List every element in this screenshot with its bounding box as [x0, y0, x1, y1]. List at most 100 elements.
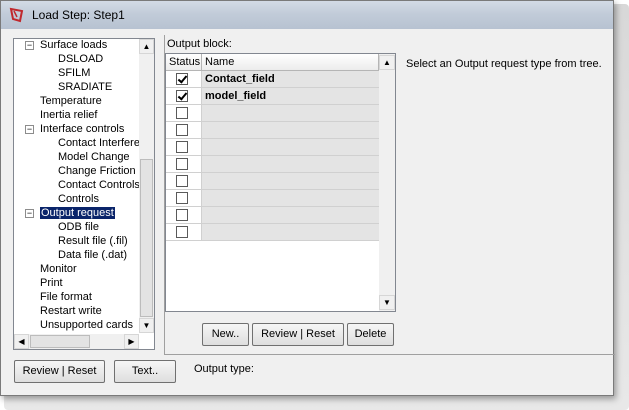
name-cell[interactable]: model_field	[202, 88, 379, 104]
status-checkbox[interactable]	[176, 73, 188, 85]
tree-item-label: Model Change	[58, 151, 130, 163]
window-title: Load Step: Step1	[32, 8, 125, 22]
status-checkbox[interactable]	[176, 141, 188, 153]
table-row[interactable]	[166, 105, 379, 122]
name-cell[interactable]	[202, 224, 379, 240]
new-button[interactable]: New..	[202, 323, 249, 346]
tree-item-label: Print	[40, 277, 63, 289]
hscroll-thumb[interactable]	[30, 335, 90, 348]
tree-item-label: Monitor	[40, 263, 77, 275]
hint-text: Select an Output request type from tree.	[406, 58, 602, 70]
tree-item[interactable]: Print	[40, 276, 63, 290]
triangle-up-icon: ▲	[383, 58, 391, 67]
triangle-right-icon: ▶	[128, 337, 135, 346]
tree-item-label: Data file (.dat)	[58, 249, 128, 261]
scroll-up-button[interactable]: ▲	[139, 39, 154, 54]
name-cell[interactable]	[202, 105, 379, 121]
name-cell[interactable]	[202, 156, 379, 172]
tree-item[interactable]: Interface controls	[40, 122, 124, 136]
tree-item[interactable]: DSLOAD	[58, 52, 103, 66]
tree-item[interactable]: Monitor	[40, 262, 77, 276]
status-cell	[166, 207, 202, 223]
output-type-label: Output type:	[194, 363, 254, 375]
table-row[interactable]	[166, 173, 379, 190]
tree-item-label: Surface loads	[40, 39, 108, 51]
table-row[interactable]	[166, 190, 379, 207]
status-checkbox[interactable]	[176, 158, 188, 170]
name-cell[interactable]	[202, 190, 379, 206]
tree-item[interactable]: SRADIATE	[58, 80, 112, 94]
tree-item[interactable]: Inertia relief	[40, 108, 97, 122]
tree-horizontal-scrollbar[interactable]: ◀ ▶	[14, 334, 139, 349]
scroll-right-button[interactable]: ▶	[124, 334, 139, 349]
output-block-label: Output block:	[167, 38, 232, 50]
grid-vertical-scrollbar[interactable]: ▲ ▼	[379, 54, 395, 311]
grid-scroll-down-button[interactable]: ▼	[379, 295, 395, 310]
table-row[interactable]	[166, 139, 379, 156]
table-row[interactable]	[166, 207, 379, 224]
tree-item-label: Change Friction	[58, 165, 136, 177]
text-button[interactable]: Text..	[114, 360, 176, 383]
tree-item[interactable]: Change Friction	[58, 164, 136, 178]
tree-item[interactable]: Contact Interfere	[58, 136, 140, 150]
tree-item[interactable]: File format	[40, 290, 92, 304]
collapse-icon[interactable]: −	[25, 209, 34, 218]
load-step-window: Load Step: Step1 − Surface loads DSLOAD SFI…	[0, 0, 615, 396]
tree-item[interactable]: Surface loads	[40, 38, 107, 52]
tree-item[interactable]: Controls	[58, 192, 99, 206]
output-block-grid[interactable]: Status Name Contact_field model_field ▲ ▼	[165, 53, 396, 312]
triangle-up-icon: ▲	[142, 42, 151, 51]
collapse-icon[interactable]: −	[25, 41, 34, 50]
triangle-down-icon: ▼	[383, 298, 391, 307]
status-checkbox[interactable]	[176, 124, 188, 136]
tree-item-label: DSLOAD	[58, 53, 104, 65]
column-header-status[interactable]: Status	[166, 54, 202, 71]
tree-item-label: Contact Controls	[58, 179, 140, 191]
name-cell[interactable]	[202, 173, 379, 189]
status-checkbox[interactable]	[176, 107, 188, 119]
title-bar[interactable]: Load Step: Step1	[1, 1, 613, 29]
tree-item[interactable]: Contact Controls	[58, 178, 140, 192]
tree-vertical-scrollbar[interactable]: ▲ ▼	[139, 39, 154, 333]
tree-item[interactable]: Unsupported cards	[40, 318, 133, 332]
grid-scroll-up-button[interactable]: ▲	[379, 55, 395, 70]
table-row[interactable]	[166, 122, 379, 139]
column-header-name[interactable]: Name	[202, 54, 379, 71]
tree-item-label: Inertia relief	[40, 109, 98, 121]
table-row[interactable]: Contact_field	[166, 71, 379, 88]
tree-item[interactable]: SFILM	[58, 66, 90, 80]
name-cell[interactable]	[202, 207, 379, 223]
tree-item-label: Contact Interfere	[58, 137, 140, 149]
grid-review-reset-button[interactable]: Review | Reset	[252, 323, 344, 346]
tree-item[interactable]: Restart write	[40, 304, 102, 318]
tree-item[interactable]: Temperature	[40, 94, 102, 108]
triangle-down-icon: ▼	[142, 321, 151, 330]
table-row[interactable]	[166, 224, 379, 241]
name-cell[interactable]	[202, 122, 379, 138]
status-checkbox[interactable]	[176, 192, 188, 204]
table-row[interactable]	[166, 156, 379, 173]
tree-item[interactable]: Output request	[39, 206, 116, 220]
review-reset-button[interactable]: Review | Reset	[14, 360, 105, 383]
name-cell[interactable]: Contact_field	[202, 71, 379, 87]
scroll-down-button[interactable]: ▼	[139, 318, 154, 333]
status-checkbox[interactable]	[176, 175, 188, 187]
tree-item[interactable]: ODB file	[58, 220, 99, 234]
status-checkbox[interactable]	[176, 90, 188, 102]
delete-button[interactable]: Delete	[347, 323, 394, 346]
collapse-icon[interactable]: −	[25, 125, 34, 134]
table-row[interactable]: model_field	[166, 88, 379, 105]
tree-item[interactable]: Model Change	[58, 150, 130, 164]
tree-item[interactable]: Result file (.fil)	[58, 234, 128, 248]
status-checkbox[interactable]	[176, 209, 188, 221]
name-cell[interactable]	[202, 139, 379, 155]
status-cell	[166, 105, 202, 121]
scroll-left-button[interactable]: ◀	[14, 334, 29, 349]
tree-item-label: File format	[40, 291, 92, 303]
status-checkbox[interactable]	[176, 226, 188, 238]
status-cell	[166, 190, 202, 206]
tree-item[interactable]: Data file (.dat)	[58, 248, 127, 262]
triangle-left-icon: ◀	[18, 337, 25, 346]
scroll-thumb[interactable]	[140, 159, 153, 317]
step-tree[interactable]: − Surface loads DSLOAD SFILM SRADIATE Tempera…	[13, 38, 155, 350]
